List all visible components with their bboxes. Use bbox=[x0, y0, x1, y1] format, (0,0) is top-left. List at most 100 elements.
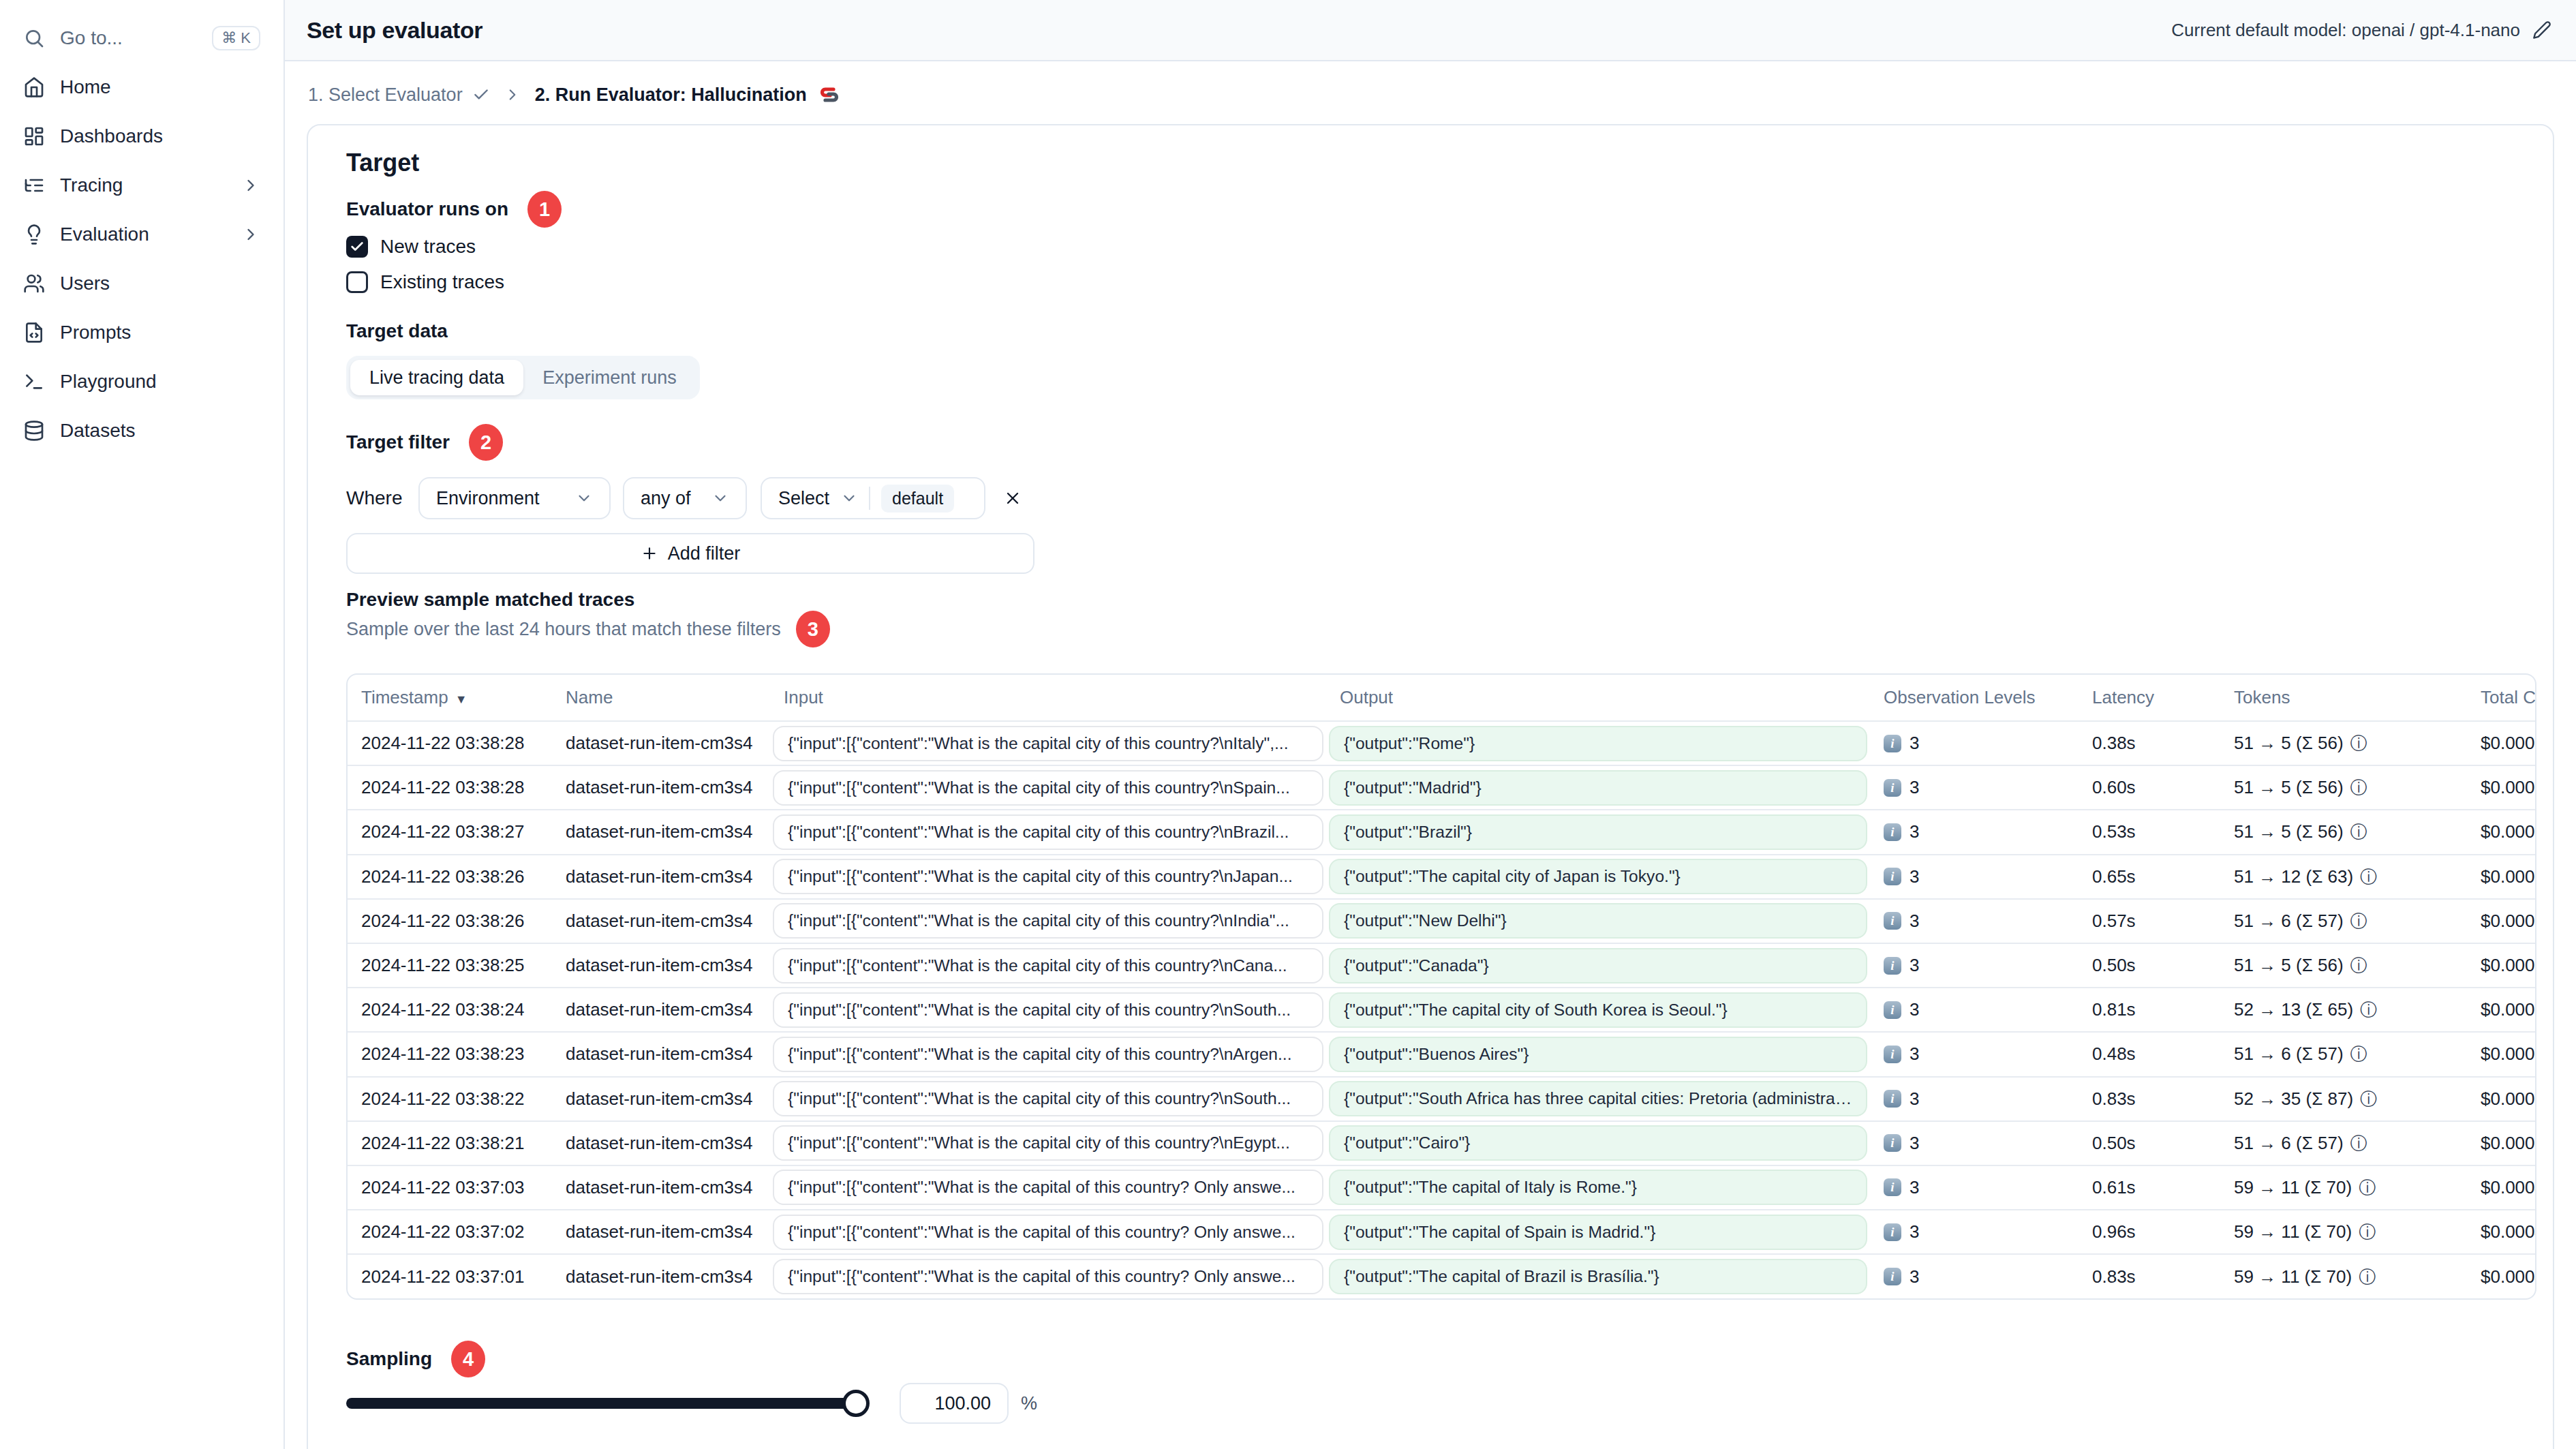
table-row[interactable]: 2024-11-22 03:38:24 dataset-run-item-cm3… bbox=[348, 988, 2536, 1032]
timestamp-cell: 2024-11-22 03:38:26 bbox=[348, 855, 552, 899]
tab-live-tracing-data[interactable]: Live tracing data bbox=[350, 360, 523, 395]
filter-value-chip: default bbox=[881, 485, 954, 513]
col-header-input[interactable]: Input bbox=[770, 675, 1326, 721]
info-circle-icon: ⓘ bbox=[2350, 1133, 2367, 1153]
edit-pencil-icon[interactable] bbox=[2532, 20, 2551, 40]
table-row[interactable]: 2024-11-22 03:38:26 dataset-run-item-cm3… bbox=[348, 855, 2536, 899]
name-cell: dataset-run-item-cm3s4 bbox=[552, 1210, 770, 1254]
output-preview[interactable]: {"output":"The capital of Italy is Rome.… bbox=[1329, 1170, 1867, 1205]
input-cell: {"input":[{"content":"What is the capita… bbox=[770, 1210, 1326, 1254]
input-preview[interactable]: {"input":[{"content":"What is the capita… bbox=[773, 1215, 1323, 1250]
sidebar-item-datasets[interactable]: Datasets bbox=[11, 406, 273, 455]
checkbox-checked[interactable] bbox=[346, 236, 368, 258]
input-preview[interactable]: {"input":[{"content":"What is the capita… bbox=[773, 814, 1323, 850]
table-row[interactable]: 2024-11-22 03:38:27 dataset-run-item-cm3… bbox=[348, 810, 2536, 854]
table-row[interactable]: 2024-11-22 03:38:23 dataset-run-item-cm3… bbox=[348, 1032, 2536, 1076]
table-row[interactable]: 2024-11-22 03:38:22 dataset-run-item-cm3… bbox=[348, 1077, 2536, 1121]
sampling-percent-input[interactable]: 100.00 bbox=[900, 1383, 1009, 1424]
col-header-total-cost[interactable]: Total Cost bbox=[2467, 675, 2536, 721]
input-preview[interactable]: {"input":[{"content":"What is the capita… bbox=[773, 992, 1323, 1028]
col-header-output[interactable]: Output bbox=[1326, 675, 1870, 721]
info-square-icon: i bbox=[1884, 1268, 1901, 1285]
info-square-icon: i bbox=[1884, 735, 1901, 752]
tab-experiment-runs[interactable]: Experiment runs bbox=[523, 360, 696, 395]
cost-cell: $0.000011 ( bbox=[2467, 765, 2536, 810]
col-header-tokens[interactable]: Tokens bbox=[2220, 675, 2467, 721]
checkbox-existing-traces[interactable]: Existing traces bbox=[346, 266, 2536, 299]
input-preview[interactable]: {"input":[{"content":"What is the capita… bbox=[773, 903, 1323, 939]
output-preview[interactable]: {"output":"The capital of Brazil is Bras… bbox=[1329, 1259, 1867, 1294]
table-row[interactable]: 2024-11-22 03:38:25 dataset-run-item-cm3… bbox=[348, 943, 2536, 988]
input-preview[interactable]: {"input":[{"content":"What is the capita… bbox=[773, 1125, 1323, 1161]
tokens-cell: 59 → 11 (Σ 70)ⓘ bbox=[2220, 1165, 2467, 1210]
table-row[interactable]: 2024-11-22 03:38:21 dataset-run-item-cm3… bbox=[348, 1121, 2536, 1165]
output-preview[interactable]: {"output":"Brazil"} bbox=[1329, 814, 1867, 850]
breadcrumb: 1. Select Evaluator 2. Run Evaluator: Ha… bbox=[285, 61, 2576, 124]
timestamp-cell: 2024-11-22 03:38:28 bbox=[348, 765, 552, 810]
breadcrumb-step2-label: 2. Run Evaluator: Hallucination bbox=[535, 85, 807, 106]
target-filter-label-row: Target filter 2 bbox=[346, 424, 2536, 461]
table-row[interactable]: 2024-11-22 03:38:28 dataset-run-item-cm3… bbox=[348, 721, 2536, 765]
table-row[interactable]: 2024-11-22 03:37:02 dataset-run-item-cm3… bbox=[348, 1210, 2536, 1254]
input-preview[interactable]: {"input":[{"content":"What is the capita… bbox=[773, 1037, 1323, 1072]
input-preview[interactable]: {"input":[{"content":"What is the capita… bbox=[773, 770, 1323, 806]
output-preview[interactable]: {"output":"The capital of Spain is Madri… bbox=[1329, 1215, 1867, 1250]
checkbox-unchecked[interactable] bbox=[346, 271, 368, 293]
latency-cell: 0.65s bbox=[2079, 855, 2220, 899]
knot-icon bbox=[818, 83, 841, 106]
input-preview[interactable]: {"input":[{"content":"What is the capita… bbox=[773, 948, 1323, 983]
info-circle-icon: ⓘ bbox=[2350, 1044, 2367, 1063]
table-row[interactable]: 2024-11-22 03:37:03 dataset-run-item-cm3… bbox=[348, 1165, 2536, 1210]
input-preview[interactable]: {"input":[{"content":"What is the capita… bbox=[773, 859, 1323, 894]
output-preview[interactable]: {"output":"Buenos Aires"} bbox=[1329, 1037, 1867, 1072]
table-row[interactable]: 2024-11-22 03:38:26 dataset-run-item-cm3… bbox=[348, 899, 2536, 943]
chevron-right-icon bbox=[504, 86, 521, 104]
sidebar-item-dashboards[interactable]: Dashboards bbox=[11, 112, 273, 161]
col-header-name[interactable]: Name bbox=[552, 675, 770, 721]
info-square-icon: i bbox=[1884, 1134, 1901, 1152]
output-preview[interactable]: {"output":"South Africa has three capita… bbox=[1329, 1081, 1867, 1116]
output-cell: {"output":"The capital of Spain is Madri… bbox=[1326, 1210, 1870, 1254]
timestamp-cell: 2024-11-22 03:37:02 bbox=[348, 1210, 552, 1254]
sidebar-item-playground[interactable]: Playground bbox=[11, 357, 273, 406]
table-row[interactable]: 2024-11-22 03:38:28 dataset-run-item-cm3… bbox=[348, 765, 2536, 810]
output-preview[interactable]: {"output":"Cairo"} bbox=[1329, 1125, 1867, 1161]
input-preview[interactable]: {"input":[{"content":"What is the capita… bbox=[773, 1170, 1323, 1205]
filter-column-select[interactable]: Environment bbox=[418, 477, 611, 519]
input-preview[interactable]: {"input":[{"content":"What is the capita… bbox=[773, 726, 1323, 761]
col-header-latency[interactable]: Latency bbox=[2079, 675, 2220, 721]
sidebar-item-tracing[interactable]: Tracing bbox=[11, 161, 273, 210]
info-circle-icon: ⓘ bbox=[2359, 1267, 2376, 1286]
filter-operator-select[interactable]: any of bbox=[623, 477, 747, 519]
cost-cell: $0.000016 bbox=[2467, 988, 2536, 1032]
filter-value-select[interactable]: Select default bbox=[761, 477, 985, 519]
output-preview[interactable]: {"output":"The capital city of South Kor… bbox=[1329, 992, 1867, 1028]
sidebar-item-users[interactable]: Users bbox=[11, 259, 273, 308]
output-preview[interactable]: {"output":"New Delhi"} bbox=[1329, 903, 1867, 939]
filter-row: Where Environment any of Select bbox=[346, 477, 1034, 519]
sidebar-item-home[interactable]: Home bbox=[11, 63, 273, 112]
goto-search[interactable]: Go to... ⌘ K bbox=[11, 14, 273, 63]
sidebar-item-evaluation[interactable]: Evaluation bbox=[11, 210, 273, 259]
input-preview[interactable]: {"input":[{"content":"What is the capita… bbox=[773, 1259, 1323, 1294]
col-header-observation-levels[interactable]: Observation Levels bbox=[1870, 675, 2079, 721]
input-preview[interactable]: {"input":[{"content":"What is the capita… bbox=[773, 1081, 1323, 1116]
sampling-slider[interactable] bbox=[346, 1390, 867, 1417]
sidebar-item-label: Home bbox=[60, 76, 260, 98]
output-preview[interactable]: {"output":"Canada"} bbox=[1329, 948, 1867, 983]
output-preview[interactable]: {"output":"Rome"} bbox=[1329, 726, 1867, 761]
slider-thumb[interactable] bbox=[842, 1390, 870, 1417]
runs-on-label-row: Evaluator runs on 1 bbox=[346, 191, 2536, 228]
tokens-cell: 51 → 5 (Σ 56)ⓘ bbox=[2220, 943, 2467, 988]
breadcrumb-step1[interactable]: 1. Select Evaluator bbox=[308, 85, 490, 106]
add-filter-button[interactable]: Add filter bbox=[346, 533, 1034, 574]
remove-filter-button[interactable] bbox=[1003, 489, 1022, 508]
checkbox-new-traces[interactable]: New traces bbox=[346, 230, 2536, 263]
output-preview[interactable]: {"output":"The capital city of Japan is … bbox=[1329, 859, 1867, 894]
sidebar-item-label: Playground bbox=[60, 371, 260, 393]
output-preview[interactable]: {"output":"Madrid"} bbox=[1329, 770, 1867, 806]
col-header-timestamp[interactable]: Timestamp▼ bbox=[348, 675, 552, 721]
info-circle-icon: ⓘ bbox=[2350, 822, 2367, 841]
sidebar-item-prompts[interactable]: Prompts bbox=[11, 308, 273, 357]
table-row[interactable]: 2024-11-22 03:37:01 dataset-run-item-cm3… bbox=[348, 1254, 2536, 1298]
